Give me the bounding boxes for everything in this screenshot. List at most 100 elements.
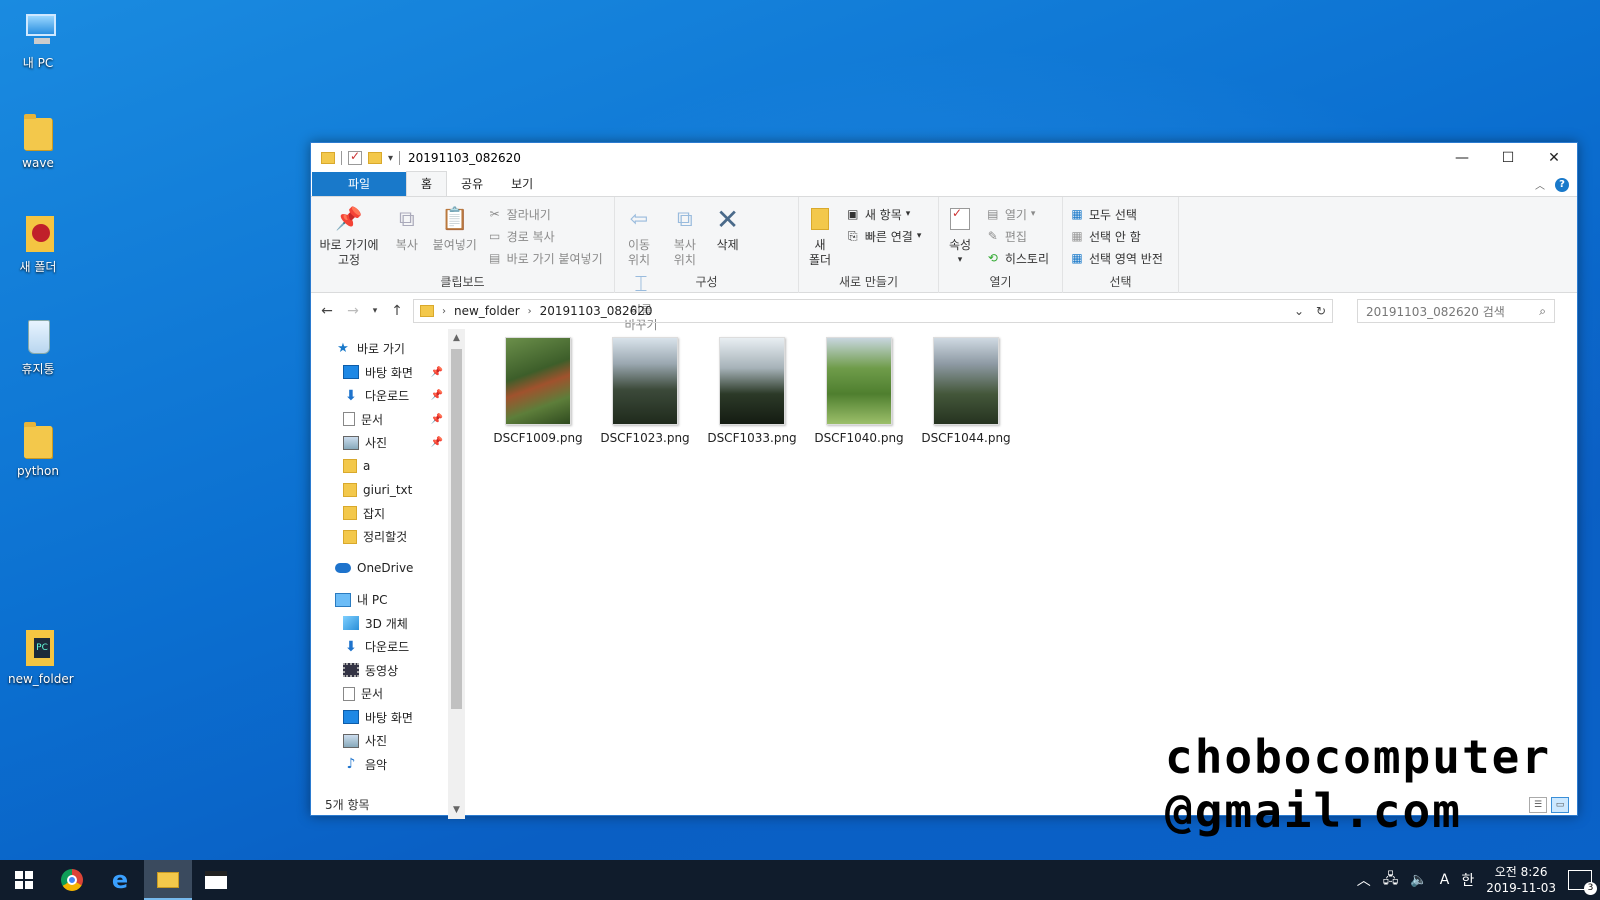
nav-item-pc-pictures[interactable]: 사진 bbox=[311, 729, 465, 753]
nav-item-desktop[interactable]: 바탕 화면 📌 bbox=[311, 361, 465, 385]
show-hidden-icons-icon[interactable]: ︿ bbox=[1357, 870, 1371, 890]
new-group: 새 폴더 ▣ 새 항목 ▾ ⎘ 빠른 연결 ▾ 새로 만들기 bbox=[799, 197, 939, 293]
history-button[interactable]: ⟲ 히스토리 bbox=[985, 249, 1049, 267]
up-arrow-icon[interactable]: ↑ bbox=[387, 303, 407, 319]
open-button[interactable]: ▤ 열기 ▾ bbox=[985, 205, 1049, 223]
taskbar-file-explorer[interactable] bbox=[144, 860, 192, 900]
nav-scrollbar[interactable]: ▲ ▼ bbox=[448, 329, 465, 819]
clock[interactable]: 오전 8:26 2019-11-03 bbox=[1486, 864, 1556, 896]
music-note-icon: ♪ bbox=[346, 756, 356, 773]
select-all-button[interactable]: ▦ 모두 선택 bbox=[1069, 205, 1163, 223]
move-to-button[interactable]: ⇦ 이동 위치 bbox=[621, 203, 657, 268]
folder-icon bbox=[321, 152, 335, 164]
desktop-icon-new-folder-pycharm[interactable]: new_folder bbox=[8, 628, 74, 686]
customize-dropdown-icon[interactable]: ▾ bbox=[388, 153, 393, 164]
start-button[interactable] bbox=[0, 860, 48, 900]
recent-locations-icon[interactable]: ▾ bbox=[369, 306, 381, 316]
collapse-ribbon-icon[interactable]: ︿ bbox=[1535, 177, 1545, 192]
desktop-icon-this-pc[interactable]: 내 PC bbox=[8, 10, 68, 71]
nav-item-documents[interactable]: 문서 📌 bbox=[311, 408, 465, 432]
desktop-icon-new-folder[interactable]: 새 폴더 bbox=[8, 214, 68, 275]
breadcrumb-segment[interactable]: new_folder bbox=[454, 304, 520, 318]
search-input[interactable]: 20191103_082620 검색 ⌕ bbox=[1357, 299, 1555, 323]
chevron-right-icon[interactable]: › bbox=[442, 306, 446, 317]
volume-icon[interactable]: 🔈 bbox=[1410, 872, 1427, 888]
new-folder-button[interactable]: 새 폴더 bbox=[805, 203, 835, 268]
title-bar[interactable]: ▾ 20191103_082620 — ☐ ✕ bbox=[311, 143, 1577, 173]
scrollbar-thumb[interactable] bbox=[451, 349, 462, 709]
image-thumbnail bbox=[933, 337, 999, 425]
breadcrumb-segment[interactable]: 20191103_082620 bbox=[540, 304, 653, 318]
nav-item-pictures[interactable]: 사진 📌 bbox=[311, 431, 465, 455]
address-bar-row: ← → ▾ ↑ › new_folder › 20191103_082620 ⌄… bbox=[311, 293, 1577, 329]
action-center-icon[interactable]: 3 bbox=[1568, 870, 1597, 895]
file-item[interactable]: DSCF1044.png bbox=[919, 337, 1013, 445]
new-item-icon: ▣ bbox=[847, 207, 859, 221]
properties-icon[interactable] bbox=[348, 149, 362, 165]
pin-quick-access-button[interactable]: 📌 바로 가기에 고정 bbox=[317, 203, 381, 268]
taskbar-video-editor[interactable] bbox=[192, 860, 240, 900]
cut-button[interactable]: ✂ 잘라내기 bbox=[487, 205, 603, 223]
copy-path-button[interactable]: ▭ 경로 복사 bbox=[487, 227, 603, 245]
nav-item-3d-objects[interactable]: 3D 개체 bbox=[311, 612, 465, 636]
nav-item-giuri-txt[interactable]: giuri_txt bbox=[311, 478, 465, 502]
network-icon[interactable]: 🖧 bbox=[1383, 868, 1399, 892]
invert-selection-button[interactable]: ▦ 선택 영역 반전 bbox=[1069, 249, 1163, 267]
file-item[interactable]: DSCF1023.png bbox=[598, 337, 692, 445]
easy-access-icon: ⎘ bbox=[848, 228, 858, 243]
nav-item-pc-documents[interactable]: 문서 bbox=[311, 682, 465, 706]
paste-shortcut-button[interactable]: ▤ 바로 가기 붙여넣기 bbox=[487, 249, 603, 267]
edit-button[interactable]: ✎ 편집 bbox=[985, 227, 1049, 245]
nav-item-folder-a[interactable]: a bbox=[311, 455, 465, 479]
nav-item-pc-desktop[interactable]: 바탕 화면 bbox=[311, 706, 465, 730]
taskbar-edge[interactable]: e bbox=[96, 860, 144, 900]
select-none-button[interactable]: ▦ 선택 안 함 bbox=[1069, 227, 1163, 245]
copy-to-button[interactable]: ⧉ 복사 위치 bbox=[667, 203, 703, 268]
tab-view[interactable]: 보기 bbox=[497, 172, 547, 196]
address-bar[interactable]: › new_folder › 20191103_082620 ⌄ ↻ bbox=[413, 299, 1333, 323]
easy-access-button[interactable]: ⎘ 빠른 연결 ▾ bbox=[845, 227, 921, 245]
nav-item-to-organize[interactable]: 정리할것 bbox=[311, 525, 465, 549]
ime-mode[interactable]: A bbox=[1440, 872, 1450, 888]
close-button[interactable]: ✕ bbox=[1531, 143, 1577, 173]
path-icon: ▭ bbox=[488, 229, 501, 243]
nav-item-downloads[interactable]: ⬇ 다운로드 📌 bbox=[311, 384, 465, 408]
file-item[interactable]: DSCF1040.png bbox=[812, 337, 906, 445]
nav-item-magazine[interactable]: 잡지 bbox=[311, 502, 465, 526]
properties-button[interactable]: 속성 ▾ bbox=[945, 203, 975, 268]
back-arrow-icon[interactable]: ← bbox=[317, 303, 337, 319]
chevron-right-icon[interactable]: › bbox=[528, 306, 532, 317]
desktop-icon-python[interactable]: python bbox=[8, 420, 68, 478]
scroll-up-icon[interactable]: ▲ bbox=[448, 333, 465, 343]
taskbar-chrome[interactable] bbox=[48, 860, 96, 900]
minimize-button[interactable]: — bbox=[1439, 143, 1485, 173]
desktop-icon-recycle-bin[interactable]: 휴지통 bbox=[8, 316, 68, 377]
file-item[interactable]: DSCF1033.png bbox=[705, 337, 799, 445]
delete-button[interactable]: ✕ 삭제 bbox=[713, 203, 743, 253]
select-all-icon: ▦ bbox=[1071, 207, 1083, 221]
nav-item-videos[interactable]: 동영상 bbox=[311, 659, 465, 683]
refresh-icon[interactable]: ↻ bbox=[1310, 304, 1332, 318]
tab-file[interactable]: 파일 bbox=[312, 172, 406, 196]
file-name: DSCF1040.png bbox=[814, 431, 904, 445]
recycle-bin-icon bbox=[18, 316, 58, 356]
chevron-down-icon[interactable]: ⌄ bbox=[1288, 304, 1310, 318]
nav-this-pc[interactable]: 내 PC bbox=[311, 588, 465, 612]
copy-button[interactable]: ⧉ 복사 bbox=[391, 203, 423, 253]
nav-quick-access[interactable]: ★ 바로 가기 bbox=[311, 337, 465, 361]
tab-home[interactable]: 홈 bbox=[406, 171, 448, 196]
tab-share[interactable]: 공유 bbox=[447, 172, 497, 196]
file-item[interactable]: DSCF1009.png bbox=[491, 337, 585, 445]
nav-item-pc-downloads[interactable]: ⬇ 다운로드 bbox=[311, 635, 465, 659]
paste-button[interactable]: 📋 붙여넣기 bbox=[433, 203, 477, 253]
help-icon[interactable]: ? bbox=[1555, 177, 1569, 192]
new-folder-icon[interactable] bbox=[368, 152, 382, 164]
organize-group: ⇦ 이동 위치 ⧉ 복사 위치 ✕ 삭제 ⌶ 이름 바꾸기 구성 bbox=[615, 197, 799, 332]
nav-onedrive[interactable]: OneDrive bbox=[311, 557, 465, 581]
new-item-button[interactable]: ▣ 새 항목 ▾ bbox=[845, 205, 922, 223]
maximize-button[interactable]: ☐ bbox=[1485, 143, 1531, 173]
ime-language[interactable]: 한 bbox=[1461, 870, 1474, 890]
desktop-icon-wave[interactable]: wave bbox=[8, 112, 68, 170]
nav-item-music[interactable]: ♪ 음악 bbox=[311, 753, 465, 777]
forward-arrow-icon[interactable]: → bbox=[343, 303, 363, 319]
